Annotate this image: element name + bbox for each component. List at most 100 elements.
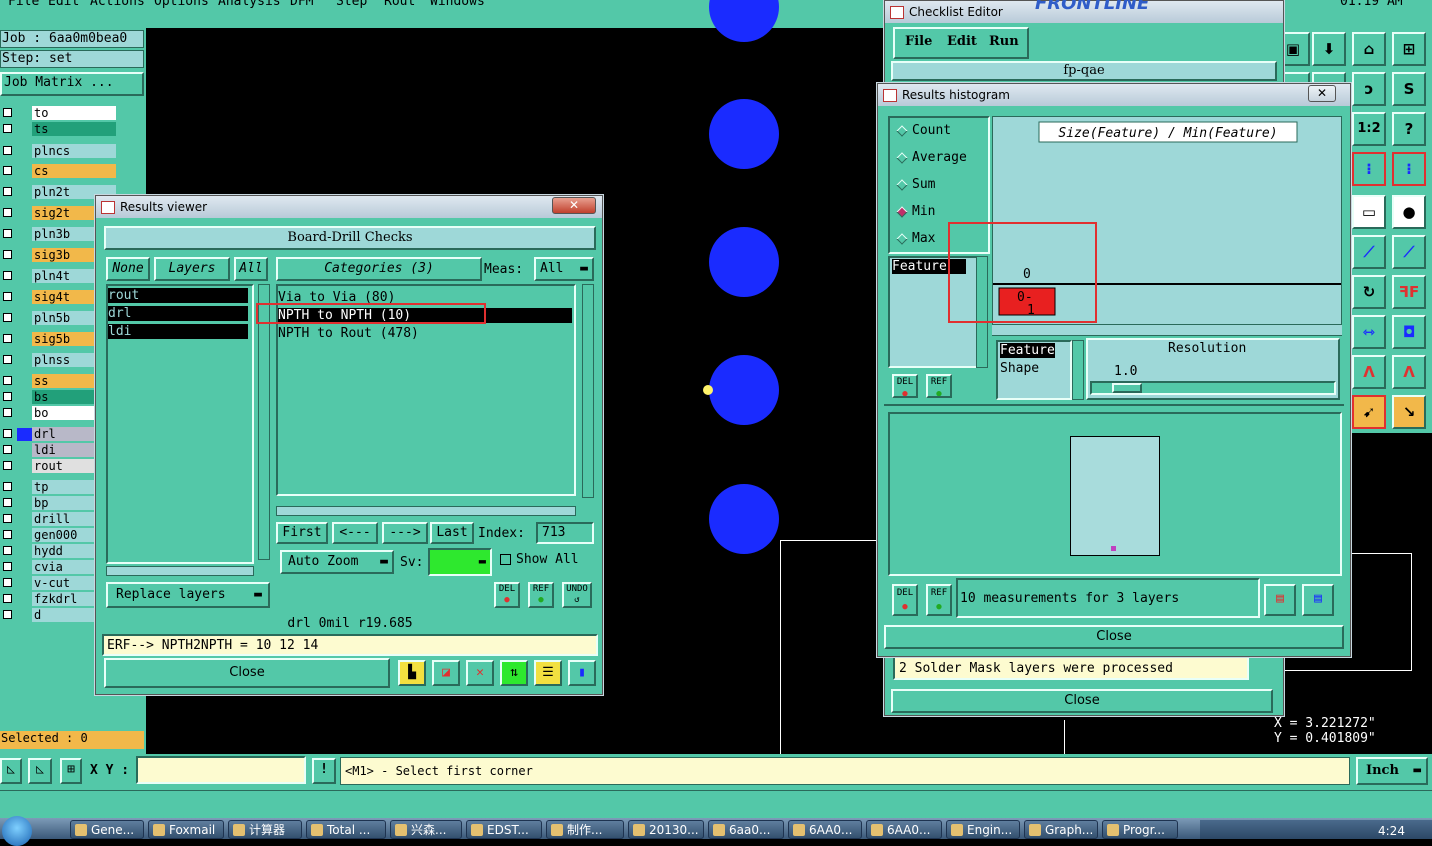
- mode-label[interactable]: Average: [912, 150, 967, 165]
- taskbar-item[interactable]: Total ...: [306, 820, 386, 839]
- statistics-icon[interactable]: ▮: [568, 660, 596, 686]
- highlight-tool-icon[interactable]: ⁝: [1352, 152, 1386, 186]
- menu-windows[interactable]: Windows: [430, 0, 485, 9]
- layer-checkbox[interactable]: [3, 313, 12, 322]
- export-icon[interactable]: ◪: [432, 660, 460, 686]
- layer-checkbox[interactable]: [3, 146, 12, 155]
- drill-pad[interactable]: [709, 484, 779, 554]
- taskbar-item[interactable]: 制作...: [546, 820, 624, 839]
- layer-checkbox[interactable]: [3, 530, 12, 539]
- layer-checkbox[interactable]: [3, 428, 33, 441]
- report-icon[interactable]: ☰: [534, 660, 562, 686]
- close-icon[interactable]: ✕: [1308, 85, 1336, 102]
- replace-layers-dropdown[interactable]: Replace layers ▬: [106, 582, 270, 608]
- layer-checkbox[interactable]: [3, 355, 12, 364]
- histogram-export-icon[interactable]: ▤: [1264, 584, 1296, 616]
- alert-icon[interactable]: !: [312, 758, 336, 784]
- help-icon[interactable]: ?: [1392, 112, 1426, 146]
- histogram-report-icon[interactable]: ▤: [1302, 584, 1334, 616]
- severity-color-dropdown[interactable]: ▬: [428, 548, 492, 576]
- category-item[interactable]: NPTH to Rout (478): [278, 326, 572, 341]
- last-button[interactable]: Last: [430, 522, 474, 544]
- mode-label[interactable]: Sum: [912, 177, 935, 192]
- drill-pad[interactable]: [709, 99, 779, 169]
- layer-checkbox[interactable]: [3, 514, 12, 523]
- del-icon[interactable]: DEL ●: [494, 582, 520, 608]
- drill-pad[interactable]: [709, 227, 779, 297]
- taskbar-item[interactable]: EDST...: [466, 820, 542, 839]
- layer-row[interactable]: to: [0, 106, 116, 121]
- taskbar-item[interactable]: 6AA0...: [788, 820, 862, 839]
- layer-checkbox[interactable]: [3, 292, 12, 301]
- snake-icon[interactable]: S: [1392, 72, 1426, 106]
- mode-label[interactable]: Count: [912, 123, 951, 138]
- taskbar-item[interactable]: Engin...: [946, 820, 1020, 839]
- all-button[interactable]: All: [234, 257, 268, 281]
- taskbar-item[interactable]: Progr...: [1102, 820, 1178, 839]
- histogram-titlebar[interactable]: Results histogram ✕: [878, 84, 1350, 106]
- checklist-menu-edit[interactable]: Edit: [947, 34, 977, 49]
- checklist-menu-file[interactable]: File: [905, 34, 932, 49]
- scale-icon[interactable]: 1:2: [1352, 112, 1386, 146]
- layer-checkbox[interactable]: [3, 594, 12, 603]
- shapes-icon[interactable]: ◘: [1392, 315, 1426, 349]
- mirror-icon[interactable]: ꟻF: [1392, 275, 1426, 309]
- angle-icon[interactable]: Λ: [1392, 355, 1426, 389]
- none-button[interactable]: None: [106, 257, 150, 281]
- layer-checkbox[interactable]: [3, 546, 12, 555]
- resolution-slider-handle[interactable]: [1112, 383, 1142, 393]
- pad-icon[interactable]: ●: [1392, 195, 1426, 229]
- undo-icon[interactable]: UNDO ↺: [562, 582, 592, 608]
- taskbar-item[interactable]: Graph...: [1024, 820, 1098, 839]
- histogram-hscroll[interactable]: [992, 324, 1342, 335]
- layer-checkbox[interactable]: [3, 108, 12, 117]
- snap-icon[interactable]: ↘: [1392, 395, 1426, 429]
- result-layer-item[interactable]: ldi: [108, 324, 248, 339]
- results-viewer-close-button[interactable]: Close: [104, 658, 390, 688]
- line-tool-icon[interactable]: ⟋: [1352, 235, 1386, 269]
- measure-icon[interactable]: ⇿: [1352, 315, 1386, 349]
- drill-pad[interactable]: [709, 355, 779, 425]
- menu-edit[interactable]: Edit: [48, 0, 79, 9]
- menu-step[interactable]: Step: [336, 0, 367, 9]
- histogram-attr-shape[interactable]: Shape: [1000, 361, 1039, 376]
- checklist-menu-run[interactable]: Run: [989, 34, 1019, 49]
- layer-checkbox[interactable]: [3, 562, 12, 571]
- loop-icon[interactable]: ↄ: [1352, 72, 1386, 106]
- layer-checkbox[interactable]: [3, 578, 12, 587]
- histogram-ref-icon[interactable]: REF ●: [926, 374, 952, 398]
- histogram-del-icon[interactable]: DEL ●: [892, 374, 918, 398]
- result-layer-item[interactable]: rout: [108, 288, 248, 303]
- sort-icon[interactable]: ⇅: [500, 660, 528, 686]
- result-layer-hscroll[interactable]: [106, 566, 254, 576]
- layer-checkbox[interactable]: [3, 610, 12, 619]
- category-hscroll[interactable]: [276, 506, 576, 516]
- layer-checkbox[interactable]: [3, 124, 12, 133]
- highlight-feature-icon[interactable]: ▙: [398, 660, 426, 686]
- categories-button[interactable]: Categories (3): [276, 257, 482, 281]
- menu-dfm[interactable]: DFM: [290, 0, 313, 9]
- rotate-icon[interactable]: ↻: [1352, 275, 1386, 309]
- histogram-attr-feature[interactable]: Feature: [1000, 343, 1055, 358]
- layer-checkbox[interactable]: [3, 482, 12, 491]
- layer-checkbox[interactable]: [3, 187, 12, 196]
- ref-icon[interactable]: REF ●: [528, 582, 554, 608]
- category-scrollbar[interactable]: [582, 284, 594, 498]
- ruler-icon[interactable]: ▭: [1352, 195, 1386, 229]
- taskbar-item[interactable]: 6aa0...: [708, 820, 784, 839]
- menu-file[interactable]: File: [8, 0, 39, 9]
- layer-row[interactable]: ts: [0, 122, 116, 137]
- histogram-del-icon-bottom[interactable]: DEL ●: [892, 584, 918, 616]
- highlight-tool-icon[interactable]: ⁝: [1392, 152, 1426, 186]
- resolution-slider[interactable]: [1090, 381, 1336, 395]
- start-button-icon[interactable]: [2, 816, 32, 846]
- layer-checkbox[interactable]: [3, 229, 12, 238]
- mode-label[interactable]: Min: [912, 204, 935, 219]
- layer-checkbox[interactable]: [3, 166, 12, 175]
- zoom-tool-icon[interactable]: ◺: [0, 758, 22, 784]
- index-input[interactable]: 713: [536, 522, 594, 544]
- units-dropdown[interactable]: Inch ▬: [1356, 757, 1428, 785]
- layer-checkbox[interactable]: [3, 208, 12, 217]
- result-layer-item[interactable]: drl: [108, 306, 248, 321]
- taskbar-item[interactable]: Gene...: [70, 820, 144, 839]
